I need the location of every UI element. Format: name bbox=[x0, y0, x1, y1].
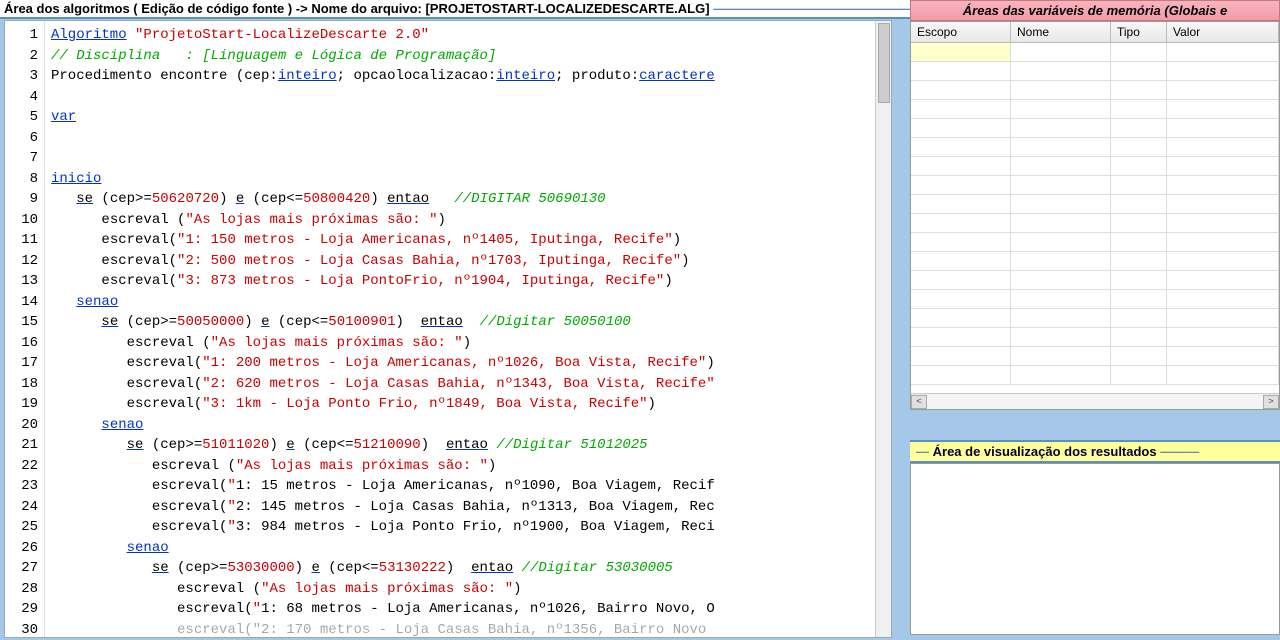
col-valor[interactable]: Valor bbox=[1167, 22, 1279, 42]
horizontal-scrollbar[interactable]: < > bbox=[911, 393, 1279, 409]
table-row[interactable] bbox=[911, 271, 1279, 290]
col-escopo[interactable]: Escopo bbox=[911, 22, 1011, 42]
vertical-scroll-thumb[interactable] bbox=[878, 23, 890, 103]
table-row[interactable] bbox=[911, 309, 1279, 328]
code-editor[interactable]: 1234567891011121314151617181920212223242… bbox=[4, 20, 892, 638]
vertical-scrollbar[interactable] bbox=[875, 21, 891, 637]
results-title-text: Área de visualização dos resultados bbox=[933, 444, 1157, 459]
table-row[interactable] bbox=[911, 43, 1279, 62]
col-tipo[interactable]: Tipo bbox=[1111, 22, 1167, 42]
line-number-gutter: 1234567891011121314151617181920212223242… bbox=[5, 21, 45, 637]
table-row[interactable] bbox=[911, 290, 1279, 309]
results-panel: — Área de visualização dos resultados ——… bbox=[910, 440, 1280, 638]
table-row[interactable] bbox=[911, 366, 1279, 385]
header-filename: PROJETOSTART-LOCALIZEDESCARTE.ALG bbox=[430, 1, 705, 16]
table-row[interactable] bbox=[911, 233, 1279, 252]
results-title: — Área de visualização dos resultados ——… bbox=[910, 440, 1280, 463]
table-row[interactable] bbox=[911, 328, 1279, 347]
variables-body bbox=[911, 43, 1279, 385]
variables-title: Áreas das variáveis de memória (Globais … bbox=[910, 0, 1280, 21]
table-row[interactable] bbox=[911, 81, 1279, 100]
table-row[interactable] bbox=[911, 214, 1279, 233]
table-row[interactable] bbox=[911, 347, 1279, 366]
scroll-track[interactable] bbox=[927, 395, 1263, 409]
table-row[interactable] bbox=[911, 62, 1279, 81]
header-label: Área dos algoritmos ( Edição de código f… bbox=[4, 1, 430, 16]
header-bracket: ] bbox=[705, 1, 709, 16]
scroll-right-arrow[interactable]: > bbox=[1263, 395, 1279, 409]
scroll-left-arrow[interactable]: < bbox=[911, 395, 927, 409]
table-row[interactable] bbox=[911, 138, 1279, 157]
table-row[interactable] bbox=[911, 176, 1279, 195]
code-content[interactable]: Algoritmo "ProjetoStart-LocalizeDescarte… bbox=[45, 21, 891, 637]
results-output[interactable] bbox=[910, 463, 1280, 635]
col-nome[interactable]: Nome bbox=[1011, 22, 1111, 42]
table-row[interactable] bbox=[911, 195, 1279, 214]
table-row[interactable] bbox=[911, 119, 1279, 138]
table-row[interactable] bbox=[911, 100, 1279, 119]
variables-header-row: Escopo Nome Tipo Valor bbox=[911, 22, 1279, 43]
table-row[interactable] bbox=[911, 157, 1279, 176]
table-row[interactable] bbox=[911, 252, 1279, 271]
variables-panel: Áreas das variáveis de memória (Globais … bbox=[910, 0, 1280, 420]
variables-table[interactable]: Escopo Nome Tipo Valor < > bbox=[910, 21, 1280, 410]
